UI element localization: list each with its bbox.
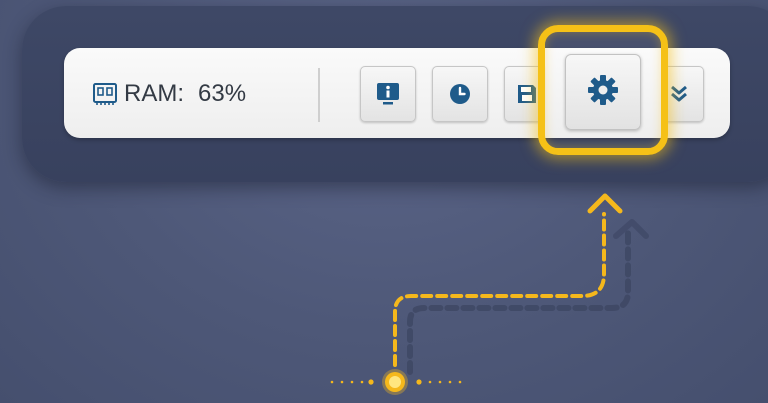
guide-dashed-line (393, 212, 606, 367)
guide-path (330, 193, 649, 395)
arrow-up-icon (587, 193, 623, 214)
